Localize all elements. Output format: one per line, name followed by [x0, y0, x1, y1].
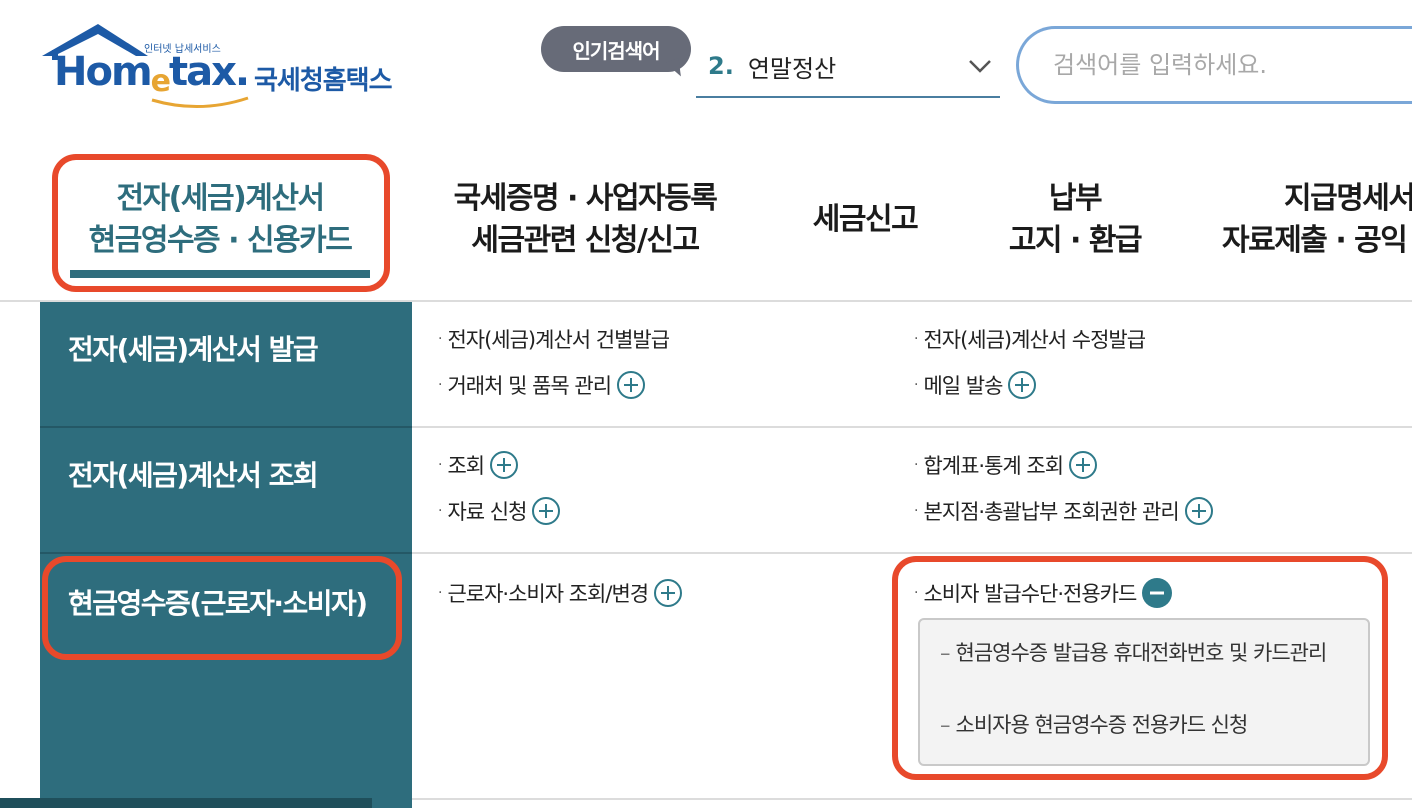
- menu-link-label: 거래처 및 품목 관리: [447, 374, 612, 398]
- expand-plus-icon[interactable]: [490, 451, 519, 479]
- menu-sidebar: 전자(세금)계산서 발급 전자(세금)계산서 조회 현금영수증(근로자·소비자): [40, 302, 412, 808]
- menu-link-label: 근로자·소비자 조회/변경: [447, 582, 649, 606]
- chevron-down-icon[interactable]: [968, 58, 992, 74]
- menu-link[interactable]: · 소비자 발급수단·전용카드: [914, 578, 1173, 608]
- logo-swoosh-icon: [151, 96, 249, 108]
- popular-search-select[interactable]: 2. 연말정산: [696, 36, 1000, 98]
- submenu-link[interactable]: – 소비자용 현금영수증 전용카드 신청: [940, 710, 1350, 742]
- nav-tab-label: 세금신고: [812, 202, 919, 237]
- sidebar-divider: [40, 552, 412, 554]
- nav-tab-label: 지급명세서: [1284, 181, 1412, 216]
- menu-link[interactable]: · 합계표·통계 조회: [914, 450, 1098, 480]
- menu-link-label: 전자(세금)계산서 건별발급: [447, 328, 670, 352]
- submenu-panel: – 현금영수증 발급용 휴대전화번호 및 카드관리 – 소비자용 현금영수증 전용카…: [918, 618, 1370, 766]
- menu-link-label: 소비자 발급수단·전용카드: [923, 582, 1137, 606]
- hometax-logo[interactable]: 인터넷 납세서비스 Hometax. 국세청홈택스: [40, 22, 440, 122]
- nav-tab-label: 세금관련 신청/신고: [471, 223, 700, 258]
- menu-link[interactable]: · 조회: [438, 450, 519, 480]
- expand-plus-icon[interactable]: [654, 579, 683, 607]
- popular-term: 연말정산: [747, 54, 837, 83]
- expand-plus-icon[interactable]: [532, 497, 561, 525]
- row-divider: [412, 798, 1412, 800]
- menu-link[interactable]: · 전자(세금)계산서 수정발급: [914, 324, 1146, 354]
- expand-plus-icon[interactable]: [1184, 497, 1213, 525]
- logo-brand: Hometax.: [54, 49, 250, 99]
- menu-link-label: 자료 신청: [447, 500, 527, 524]
- nav-tab-label: 자료제출 · 공익: [1222, 223, 1408, 258]
- menu-link[interactable]: · 전자(세금)계산서 건별발급: [438, 324, 670, 354]
- expand-plus-icon[interactable]: [1069, 451, 1098, 479]
- row-divider: [412, 552, 1412, 554]
- search-input[interactable]: [1051, 50, 1411, 80]
- expand-plus-icon[interactable]: [1008, 371, 1037, 399]
- nav-tab-label: 납부: [1048, 181, 1103, 216]
- submenu-link-label: 소비자용 현금영수증 전용카드 신청: [955, 713, 1249, 737]
- nav-tab-e-invoice[interactable]: 전자(세금)계산서 현금영수증 · 신용카드: [60, 150, 380, 290]
- sidebar-next-item[interactable]: [0, 798, 372, 808]
- menu-link[interactable]: · 근로자·소비자 조회/변경: [438, 578, 683, 608]
- nav-tab-label: 현금영수증 · 신용카드: [88, 223, 353, 258]
- submenu-link-label: 현금영수증 발급용 휴대전화번호 및 카드관리: [955, 641, 1328, 665]
- nav-tab-payment[interactable]: 납부 고지 · 환급: [990, 150, 1160, 290]
- menu-link[interactable]: · 본지점·총괄납부 조회권한 관리: [914, 496, 1213, 526]
- logo-name: 국세청홈택스: [254, 66, 393, 96]
- menu-link-label: 조회: [447, 454, 485, 478]
- expand-plus-icon[interactable]: [617, 371, 646, 399]
- main-nav: 전자(세금)계산서 현금영수증 · 신용카드 국세증명 · 사업자등록 세금관련…: [0, 150, 1412, 300]
- menu-link-label: 메일 발송: [923, 374, 1003, 398]
- collapse-minus-icon[interactable]: [1142, 578, 1173, 608]
- nav-tab-label: 전자(세금)계산서: [116, 181, 325, 216]
- nav-tab-label: 국세증명 · 사업자등록: [453, 181, 718, 216]
- sidebar-divider: [40, 426, 412, 428]
- popular-rank: 2.: [708, 52, 734, 80]
- menu-link-label: 본지점·총괄납부 조회권한 관리: [923, 500, 1179, 524]
- search-box: [1016, 26, 1412, 104]
- menu-link[interactable]: · 거래처 및 품목 관리: [438, 370, 646, 400]
- nav-tab-certificate[interactable]: 국세증명 · 사업자등록 세금관련 신청/신고: [430, 150, 740, 290]
- menu-link-label: 전자(세금)계산서 수정발급: [923, 328, 1146, 352]
- sidebar-item-cash-receipt[interactable]: 현금영수증(근로자·소비자): [40, 582, 412, 622]
- nav-tab-tax-report[interactable]: 세금신고: [790, 150, 940, 290]
- nav-tab-statement[interactable]: 지급명세서 자료제출 · 공익: [1222, 150, 1412, 290]
- submenu-link[interactable]: – 현금영수증 발급용 휴대전화번호 및 카드관리: [940, 638, 1350, 670]
- nav-tab-label: 고지 · 환급: [1008, 223, 1143, 258]
- menu-link[interactable]: · 자료 신청: [438, 496, 561, 526]
- sidebar-item-e-invoice-issue[interactable]: 전자(세금)계산서 발급: [40, 328, 412, 368]
- menu-link[interactable]: · 메일 발송: [914, 370, 1037, 400]
- header: 인터넷 납세서비스 Hometax. 국세청홈택스 인기검색어 2. 연말정산: [0, 0, 1412, 130]
- nav-active-underline: [70, 270, 370, 278]
- menu-link-label: 합계표·통계 조회: [923, 454, 1064, 478]
- sidebar-item-e-invoice-inquiry[interactable]: 전자(세금)계산서 조회: [40, 454, 412, 494]
- row-divider: [412, 426, 1412, 428]
